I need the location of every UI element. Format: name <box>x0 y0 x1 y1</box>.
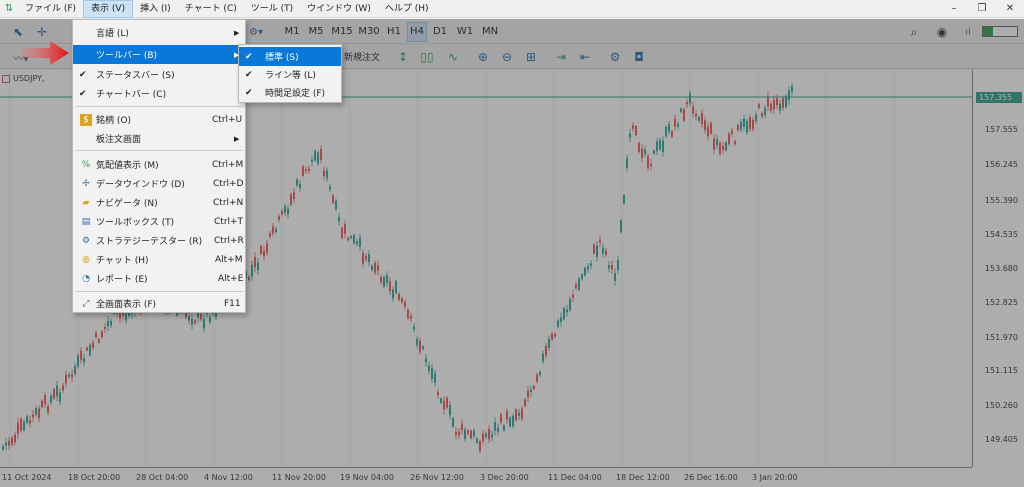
menu-item-label: チャット (H) <box>96 256 149 266</box>
menu-item-label: 全画面表示 (F) <box>96 300 157 310</box>
menu-item-label: チャートバー (C) <box>96 90 167 100</box>
menu-item-shortcut: Ctrl+U <box>212 114 243 125</box>
check-icon: ✔ <box>79 88 87 99</box>
submenu-arrow-icon: ▶ <box>234 134 240 143</box>
check-icon: ✔ <box>245 51 253 62</box>
toolbox-icon: ▤ <box>81 216 91 227</box>
app-logo-icon: ⇅ <box>4 3 14 14</box>
menu-item-strategy-tester[interactable]: ⚙ ストラテジーテスター (R) Ctrl+R <box>73 231 245 250</box>
reports-icon: ◔ <box>82 273 90 284</box>
menu-help[interactable]: ヘルプ (H) <box>378 0 436 18</box>
menu-item-navigator[interactable]: ▰ ナビゲータ (N) Ctrl+N <box>73 193 245 212</box>
submenu-item-standard[interactable]: ✔ 標準 (S) <box>239 47 341 66</box>
data-window-icon: ✢ <box>82 178 90 189</box>
market-watch-icon: % <box>81 159 91 170</box>
minimize-icon[interactable]: – <box>940 0 968 18</box>
check-icon: ✔ <box>79 69 87 80</box>
menu-item-label: データウインドウ (D) <box>96 180 185 190</box>
menu-item-label: ステータスバー (S) <box>96 71 175 81</box>
menu-separator <box>75 150 243 151</box>
menu-item-label: 時間足設定 (F) <box>265 89 326 99</box>
menu-item-shortcut: Alt+E <box>218 273 244 284</box>
menu-item-shortcut: Alt+M <box>215 254 243 265</box>
menu-insert[interactable]: 挿入 (I) <box>133 0 178 18</box>
red-arrow-icon <box>22 41 69 65</box>
menu-item-shortcut: Ctrl+N <box>213 197 244 208</box>
menu-item-data-window[interactable]: ✢ データウインドウ (D) Ctrl+D <box>73 174 245 193</box>
menu-separator <box>75 291 243 292</box>
submenu-item-timeframes[interactable]: ✔ 時間足設定 (F) <box>239 83 341 102</box>
navigator-icon: ▰ <box>82 197 90 208</box>
fullscreen-icon: ⤢ <box>82 298 90 309</box>
menu-item-shortcut: Ctrl+T <box>214 216 244 227</box>
menu-item-toolbar[interactable]: ツールバー (B) ▶ <box>73 45 245 64</box>
menu-item-symbols[interactable]: $ 銘柄 (O) Ctrl+U <box>73 110 245 129</box>
menu-view[interactable]: 表示 (V) <box>83 0 134 18</box>
menu-item-status-bar[interactable]: ✔ ステータスバー (S) <box>73 65 245 84</box>
menu-item-shortcut: Ctrl+D <box>213 178 244 189</box>
menu-item-chart-bar[interactable]: ✔ チャートバー (C) <box>73 84 245 103</box>
chat-icon: ◍ <box>82 254 90 265</box>
close-icon[interactable]: ✕ <box>996 0 1024 18</box>
menu-item-label: ナビゲータ (N) <box>96 199 158 209</box>
menu-item-label: ライン等 (L) <box>265 71 316 81</box>
menu-separator <box>75 106 243 107</box>
restore-icon[interactable]: ❐ <box>968 0 996 18</box>
symbols-icon: $ <box>80 113 92 126</box>
strategy-tester-icon: ⚙ <box>81 235 91 246</box>
menu-item-label: 言語 (L) <box>96 29 129 39</box>
menu-item-label: 板注文画面 <box>96 135 142 145</box>
menu-item-label: レポート (E) <box>96 275 148 285</box>
menu-item-label: ツールボックス (T) <box>96 218 175 228</box>
menu-item-label: ストラテジーテスター (R) <box>96 237 203 247</box>
toolbar-submenu: ✔ 標準 (S) ✔ ライン等 (L) ✔ 時間足設定 (F) <box>238 44 342 103</box>
menu-charts[interactable]: チャート (C) <box>178 0 244 18</box>
menu-bar: ⇅ ファイル (F) 表示 (V) 挿入 (I) チャート (C) ツール (T… <box>0 0 1024 18</box>
view-menu: 言語 (L) ▶ ツールバー (B) ▶ ✔ ステータスバー (S) ✔ チャー… <box>72 19 246 313</box>
menu-item-language[interactable]: 言語 (L) ▶ <box>73 23 245 42</box>
menu-item-chat[interactable]: ◍ チャット (H) Alt+M <box>73 250 245 269</box>
menu-item-label: 気配値表示 (M) <box>96 161 159 171</box>
menu-item-market-watch[interactable]: % 気配値表示 (M) Ctrl+M <box>73 155 245 174</box>
menu-item-shortcut: F11 <box>224 298 241 309</box>
submenu-arrow-icon: ▶ <box>234 28 240 37</box>
menu-item-shortcut: Ctrl+M <box>212 159 244 170</box>
menu-window[interactable]: ウインドウ (W) <box>300 0 378 18</box>
check-icon: ✔ <box>245 87 253 98</box>
menu-item-toolbox[interactable]: ▤ ツールボックス (T) Ctrl+T <box>73 212 245 231</box>
menu-item-shortcut: Ctrl+R <box>214 235 244 246</box>
menu-item-reports[interactable]: ◔ レポート (E) Alt+E <box>73 269 245 288</box>
menu-item-label: ツールバー (B) <box>96 51 158 61</box>
submenu-item-line-studies[interactable]: ✔ ライン等 (L) <box>239 65 341 84</box>
menu-item-label: 標準 (S) <box>265 53 299 63</box>
window-controls: – ❐ ✕ <box>940 0 1024 18</box>
menu-file[interactable]: ファイル (F) <box>18 0 83 18</box>
menu-tools[interactable]: ツール (T) <box>244 0 300 18</box>
menu-item-label: 銘柄 (O) <box>96 116 131 126</box>
menu-item-depth-of-market[interactable]: 板注文画面 ▶ <box>73 129 245 148</box>
menu-item-fullscreen[interactable]: ⤢ 全画面表示 (F) F11 <box>73 294 245 313</box>
check-icon: ✔ <box>245 69 253 80</box>
